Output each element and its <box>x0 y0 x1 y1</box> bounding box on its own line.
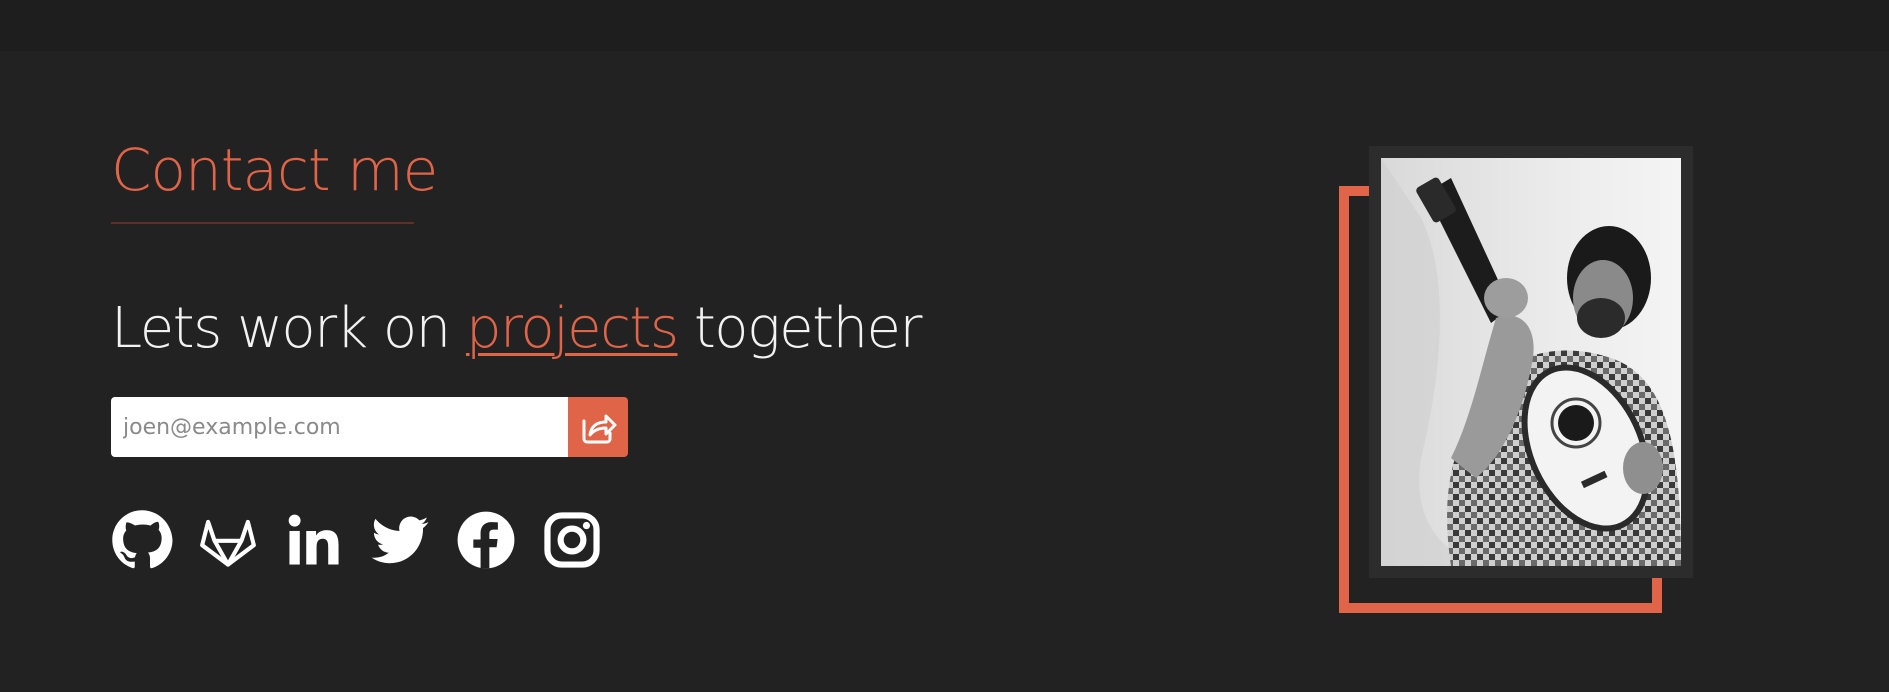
email-form <box>111 397 628 457</box>
linkedin-link[interactable] <box>283 509 345 571</box>
profile-photo <box>1381 158 1681 566</box>
github-link[interactable] <box>111 509 173 571</box>
profile-photo-illustration <box>1381 158 1681 566</box>
instagram-icon <box>544 512 600 568</box>
contact-heading: Contact me <box>111 136 438 204</box>
twitter-icon <box>371 516 429 564</box>
tagline-after: together <box>677 296 923 361</box>
twitter-link[interactable] <box>369 509 431 571</box>
share-icon <box>582 414 617 444</box>
tagline: Lets work on projects together <box>111 296 1011 362</box>
email-input[interactable] <box>111 397 568 457</box>
github-icon <box>112 510 173 569</box>
facebook-link[interactable] <box>455 509 517 571</box>
gitlab-link[interactable] <box>197 509 259 571</box>
facebook-icon <box>457 511 515 569</box>
send-button[interactable] <box>568 397 628 457</box>
photo-frame <box>1369 146 1693 578</box>
contact-section: Contact me Lets work on projects togethe… <box>111 130 1011 571</box>
tagline-before: Lets work on <box>111 296 466 361</box>
heading-underline <box>111 222 414 224</box>
gitlab-icon <box>200 519 256 567</box>
social-links <box>111 509 1011 571</box>
instagram-link[interactable] <box>541 509 603 571</box>
linkedin-icon <box>288 514 339 565</box>
top-bar <box>0 0 1889 51</box>
projects-link[interactable]: projects <box>466 296 679 361</box>
